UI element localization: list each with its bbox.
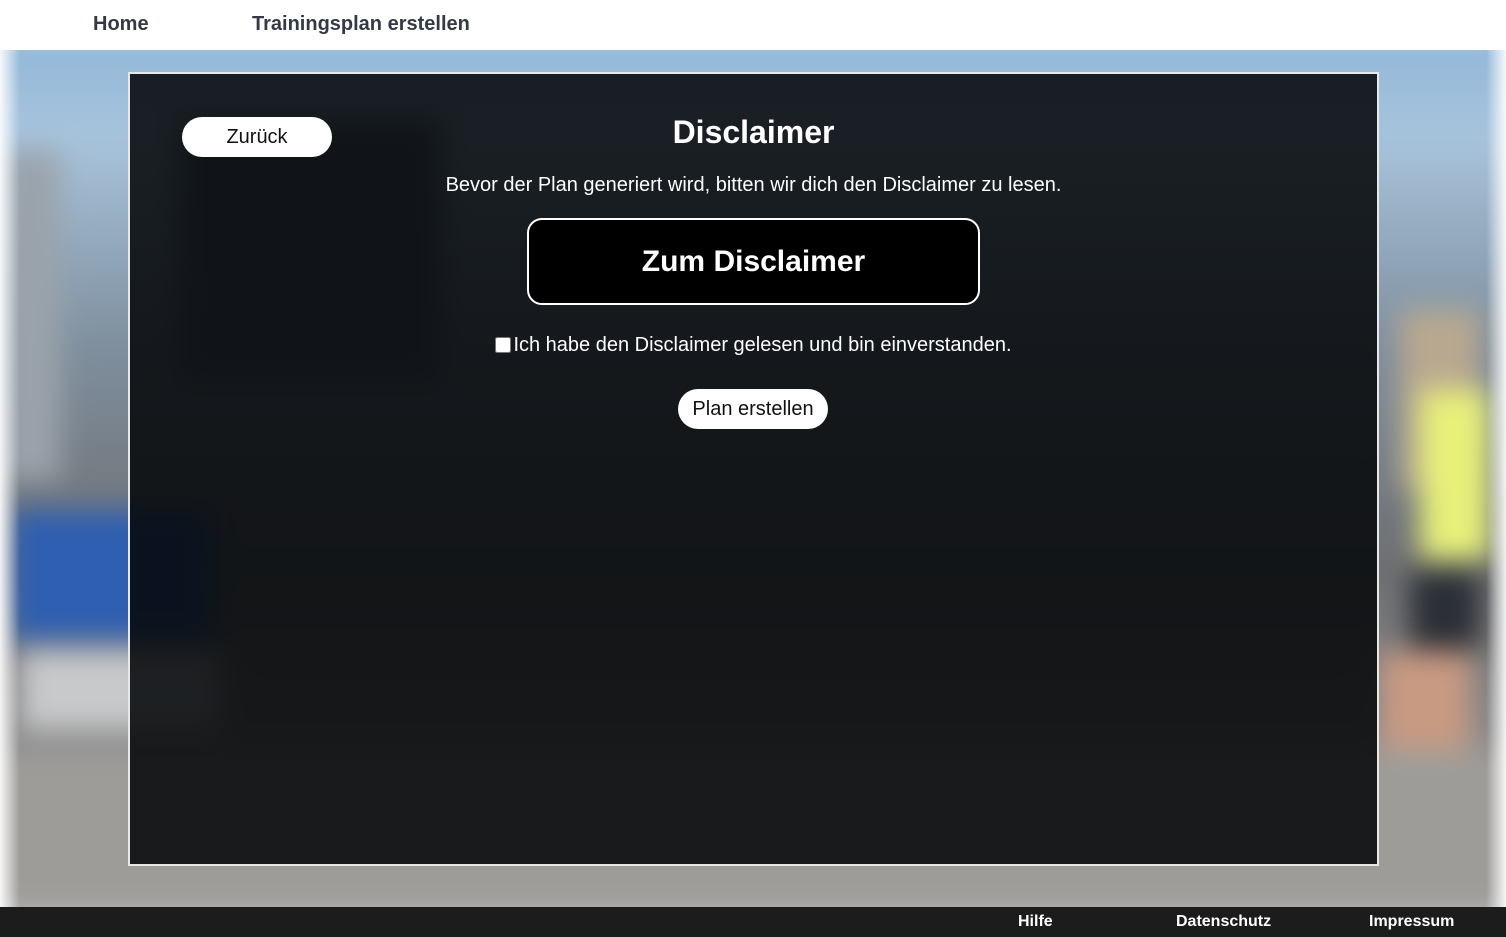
- footer-help-link[interactable]: Hilfe: [1018, 913, 1053, 931]
- create-plan-button[interactable]: Plan erstellen: [678, 389, 828, 429]
- open-disclaimer-button[interactable]: Zum Disclaimer: [527, 218, 980, 305]
- consent-row: Ich habe den Disclaimer gelesen und bin …: [130, 334, 1377, 357]
- page-title: Disclaimer: [672, 114, 835, 150]
- top-navbar: Home Trainingsplan erstellen: [0, 0, 1506, 50]
- footer-imprint-link[interactable]: Impressum: [1369, 913, 1454, 931]
- footer-privacy-link[interactable]: Datenschutz: [1176, 913, 1271, 931]
- intro-text: Bevor der Plan generiert wird, bitten wi…: [445, 174, 1062, 196]
- nav-home-link[interactable]: Home: [93, 13, 149, 36]
- nav-create-plan-link[interactable]: Trainingsplan erstellen: [252, 13, 470, 36]
- consent-checkbox[interactable]: [495, 337, 512, 353]
- footer: Hilfe Datenschutz Impressum: [0, 907, 1506, 937]
- consent-label: Ich habe den Disclaimer gelesen und bin …: [513, 334, 1012, 356]
- disclaimer-panel: Zurück Disclaimer Bevor der Plan generie…: [128, 72, 1379, 866]
